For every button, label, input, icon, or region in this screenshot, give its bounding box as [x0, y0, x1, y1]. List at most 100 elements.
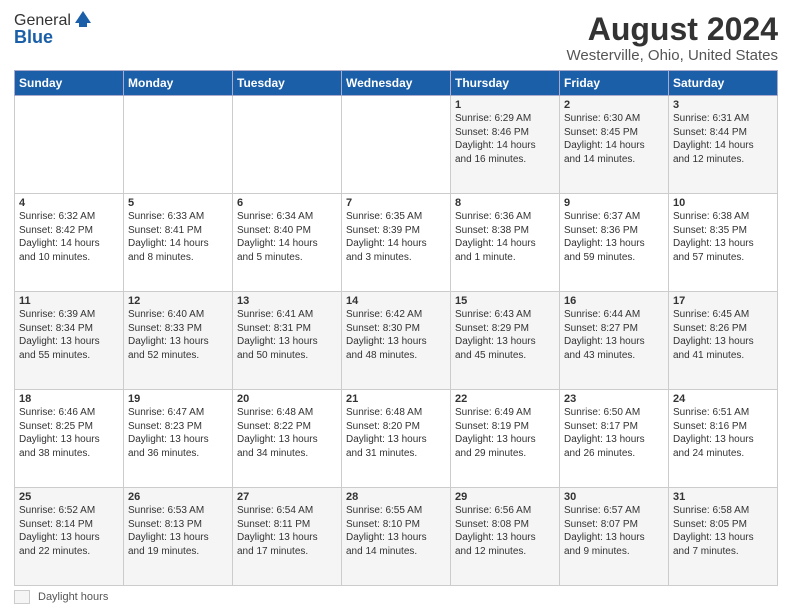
title-block: August 2024 Westerville, Ohio, United St… — [567, 12, 778, 64]
calendar-week: 1Sunrise: 6:29 AM Sunset: 8:46 PM Daylig… — [15, 96, 778, 194]
day-info: Sunrise: 6:36 AM Sunset: 8:38 PM Dayligh… — [455, 210, 555, 264]
calendar-cell: 9Sunrise: 6:37 AM Sunset: 8:36 PM Daylig… — [560, 194, 669, 292]
calendar-cell: 28Sunrise: 6:55 AM Sunset: 8:10 PM Dayli… — [342, 488, 451, 586]
day-number: 10 — [673, 197, 773, 209]
calendar-cell: 26Sunrise: 6:53 AM Sunset: 8:13 PM Dayli… — [124, 488, 233, 586]
day-number: 30 — [564, 491, 664, 503]
calendar-cell: 6Sunrise: 6:34 AM Sunset: 8:40 PM Daylig… — [233, 194, 342, 292]
calendar-cell: 12Sunrise: 6:40 AM Sunset: 8:33 PM Dayli… — [124, 292, 233, 390]
day-number: 14 — [346, 295, 446, 307]
calendar-cell: 7Sunrise: 6:35 AM Sunset: 8:39 PM Daylig… — [342, 194, 451, 292]
calendar-week: 11Sunrise: 6:39 AM Sunset: 8:34 PM Dayli… — [15, 292, 778, 390]
calendar-cell: 27Sunrise: 6:54 AM Sunset: 8:11 PM Dayli… — [233, 488, 342, 586]
calendar-cell: 25Sunrise: 6:52 AM Sunset: 8:14 PM Dayli… — [15, 488, 124, 586]
day-info: Sunrise: 6:58 AM Sunset: 8:05 PM Dayligh… — [673, 504, 773, 558]
calendar-cell: 11Sunrise: 6:39 AM Sunset: 8:34 PM Dayli… — [15, 292, 124, 390]
day-number: 9 — [564, 197, 664, 209]
day-info: Sunrise: 6:33 AM Sunset: 8:41 PM Dayligh… — [128, 210, 228, 264]
logo-icon — [73, 9, 93, 29]
day-number: 2 — [564, 99, 664, 111]
day-header: Wednesday — [342, 71, 451, 96]
calendar-cell: 23Sunrise: 6:50 AM Sunset: 8:17 PM Dayli… — [560, 390, 669, 488]
day-info: Sunrise: 6:50 AM Sunset: 8:17 PM Dayligh… — [564, 406, 664, 460]
day-number: 22 — [455, 393, 555, 405]
header-row: SundayMondayTuesdayWednesdayThursdayFrid… — [15, 71, 778, 96]
calendar-week: 18Sunrise: 6:46 AM Sunset: 8:25 PM Dayli… — [15, 390, 778, 488]
calendar-cell: 4Sunrise: 6:32 AM Sunset: 8:42 PM Daylig… — [15, 194, 124, 292]
day-number: 11 — [19, 295, 119, 307]
calendar-cell: 1Sunrise: 6:29 AM Sunset: 8:46 PM Daylig… — [451, 96, 560, 194]
day-info: Sunrise: 6:37 AM Sunset: 8:36 PM Dayligh… — [564, 210, 664, 264]
day-info: Sunrise: 6:42 AM Sunset: 8:30 PM Dayligh… — [346, 308, 446, 362]
day-info: Sunrise: 6:54 AM Sunset: 8:11 PM Dayligh… — [237, 504, 337, 558]
day-info: Sunrise: 6:29 AM Sunset: 8:46 PM Dayligh… — [455, 112, 555, 166]
calendar-cell: 8Sunrise: 6:36 AM Sunset: 8:38 PM Daylig… — [451, 194, 560, 292]
calendar-cell: 22Sunrise: 6:49 AM Sunset: 8:19 PM Dayli… — [451, 390, 560, 488]
day-info: Sunrise: 6:53 AM Sunset: 8:13 PM Dayligh… — [128, 504, 228, 558]
calendar-cell: 5Sunrise: 6:33 AM Sunset: 8:41 PM Daylig… — [124, 194, 233, 292]
day-number: 16 — [564, 295, 664, 307]
day-number: 3 — [673, 99, 773, 111]
day-number: 20 — [237, 393, 337, 405]
day-info: Sunrise: 6:30 AM Sunset: 8:45 PM Dayligh… — [564, 112, 664, 166]
day-header: Saturday — [669, 71, 778, 96]
legend: Daylight hours — [14, 590, 778, 604]
day-info: Sunrise: 6:48 AM Sunset: 8:22 PM Dayligh… — [237, 406, 337, 460]
day-info: Sunrise: 6:45 AM Sunset: 8:26 PM Dayligh… — [673, 308, 773, 362]
day-info: Sunrise: 6:57 AM Sunset: 8:07 PM Dayligh… — [564, 504, 664, 558]
day-number: 18 — [19, 393, 119, 405]
calendar-cell — [342, 96, 451, 194]
logo-blue-text: Blue — [14, 28, 93, 48]
day-info: Sunrise: 6:48 AM Sunset: 8:20 PM Dayligh… — [346, 406, 446, 460]
calendar-cell: 16Sunrise: 6:44 AM Sunset: 8:27 PM Dayli… — [560, 292, 669, 390]
day-header: Monday — [124, 71, 233, 96]
calendar-table: SundayMondayTuesdayWednesdayThursdayFrid… — [14, 70, 778, 586]
page: General Blue August 2024 Westerville, Oh… — [0, 0, 792, 612]
day-number: 27 — [237, 491, 337, 503]
main-title: August 2024 — [567, 12, 778, 47]
calendar-cell: 20Sunrise: 6:48 AM Sunset: 8:22 PM Dayli… — [233, 390, 342, 488]
day-number: 25 — [19, 491, 119, 503]
day-info: Sunrise: 6:41 AM Sunset: 8:31 PM Dayligh… — [237, 308, 337, 362]
day-number: 17 — [673, 295, 773, 307]
day-number: 12 — [128, 295, 228, 307]
day-info: Sunrise: 6:39 AM Sunset: 8:34 PM Dayligh… — [19, 308, 119, 362]
legend-label: Daylight hours — [38, 591, 108, 603]
calendar-cell: 19Sunrise: 6:47 AM Sunset: 8:23 PM Dayli… — [124, 390, 233, 488]
day-header: Sunday — [15, 71, 124, 96]
subtitle: Westerville, Ohio, United States — [567, 47, 778, 64]
day-number: 24 — [673, 393, 773, 405]
day-number: 4 — [19, 197, 119, 209]
day-number: 26 — [128, 491, 228, 503]
calendar-cell: 14Sunrise: 6:42 AM Sunset: 8:30 PM Dayli… — [342, 292, 451, 390]
calendar-cell: 13Sunrise: 6:41 AM Sunset: 8:31 PM Dayli… — [233, 292, 342, 390]
calendar-cell: 2Sunrise: 6:30 AM Sunset: 8:45 PM Daylig… — [560, 96, 669, 194]
calendar-week: 25Sunrise: 6:52 AM Sunset: 8:14 PM Dayli… — [15, 488, 778, 586]
calendar-week: 4Sunrise: 6:32 AM Sunset: 8:42 PM Daylig… — [15, 194, 778, 292]
day-info: Sunrise: 6:34 AM Sunset: 8:40 PM Dayligh… — [237, 210, 337, 264]
calendar-cell: 29Sunrise: 6:56 AM Sunset: 8:08 PM Dayli… — [451, 488, 560, 586]
calendar-cell: 18Sunrise: 6:46 AM Sunset: 8:25 PM Dayli… — [15, 390, 124, 488]
calendar-cell — [15, 96, 124, 194]
day-info: Sunrise: 6:55 AM Sunset: 8:10 PM Dayligh… — [346, 504, 446, 558]
calendar-cell: 10Sunrise: 6:38 AM Sunset: 8:35 PM Dayli… — [669, 194, 778, 292]
day-header: Tuesday — [233, 71, 342, 96]
day-number: 8 — [455, 197, 555, 209]
day-info: Sunrise: 6:43 AM Sunset: 8:29 PM Dayligh… — [455, 308, 555, 362]
day-number: 15 — [455, 295, 555, 307]
day-number: 13 — [237, 295, 337, 307]
calendar-cell: 17Sunrise: 6:45 AM Sunset: 8:26 PM Dayli… — [669, 292, 778, 390]
day-number: 6 — [237, 197, 337, 209]
day-number: 31 — [673, 491, 773, 503]
day-info: Sunrise: 6:31 AM Sunset: 8:44 PM Dayligh… — [673, 112, 773, 166]
day-info: Sunrise: 6:56 AM Sunset: 8:08 PM Dayligh… — [455, 504, 555, 558]
header: General Blue August 2024 Westerville, Oh… — [14, 12, 778, 64]
day-number: 23 — [564, 393, 664, 405]
day-info: Sunrise: 6:49 AM Sunset: 8:19 PM Dayligh… — [455, 406, 555, 460]
day-info: Sunrise: 6:51 AM Sunset: 8:16 PM Dayligh… — [673, 406, 773, 460]
day-number: 29 — [455, 491, 555, 503]
calendar-cell: 3Sunrise: 6:31 AM Sunset: 8:44 PM Daylig… — [669, 96, 778, 194]
calendar-cell: 21Sunrise: 6:48 AM Sunset: 8:20 PM Dayli… — [342, 390, 451, 488]
calendar-cell — [233, 96, 342, 194]
day-number: 19 — [128, 393, 228, 405]
